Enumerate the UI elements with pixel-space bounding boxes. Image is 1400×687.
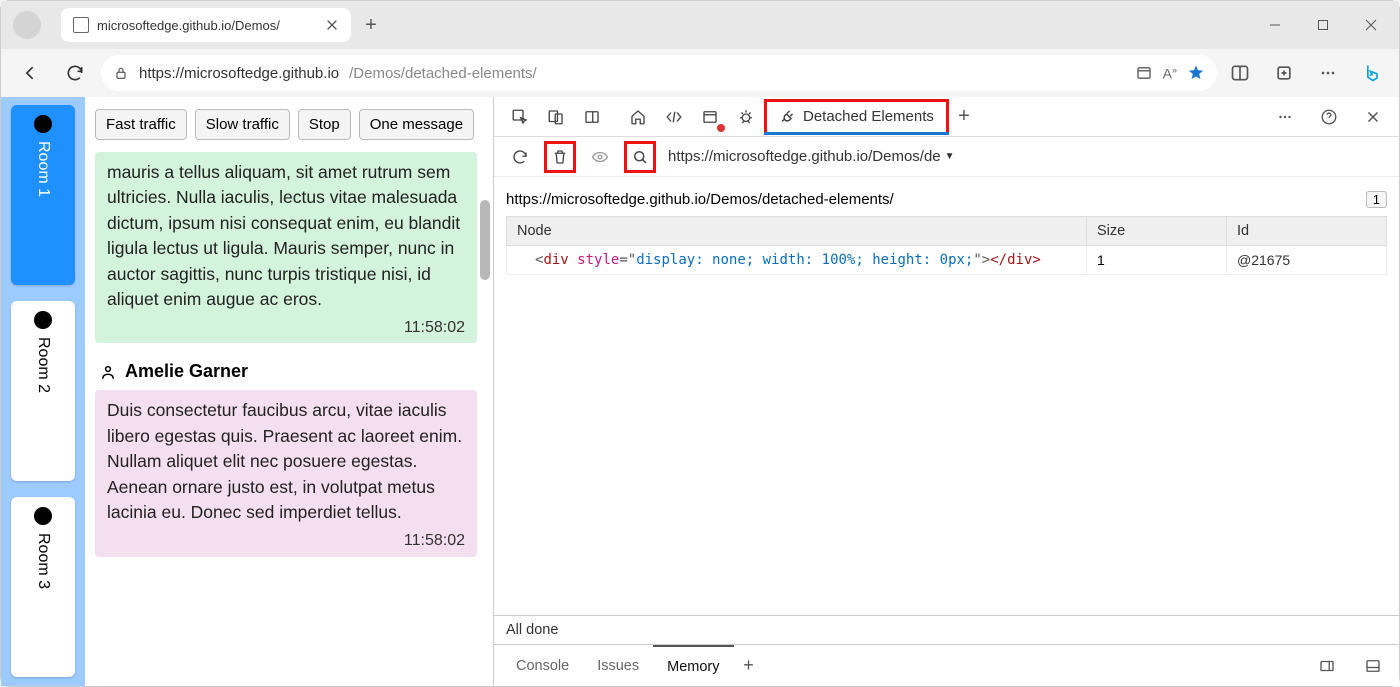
collect-garbage-highlight <box>544 141 576 173</box>
tab-title: microsoftedge.github.io/Demos/ <box>97 18 317 33</box>
sources-tab-icon[interactable] <box>692 99 728 135</box>
analyze-highlight <box>624 141 656 173</box>
detached-table: Node Size Id <div style="display: none; … <box>506 216 1387 275</box>
drawer-tab-issues[interactable]: Issues <box>583 645 653 686</box>
bing-button[interactable] <box>1357 55 1387 91</box>
device-emulation-icon[interactable] <box>538 99 574 135</box>
message-time: 11:58:02 <box>107 525 465 552</box>
sender-name: Amelie Garner <box>125 361 248 382</box>
room-label: Room 3 <box>34 533 52 589</box>
message-sender: Amelie Garner <box>99 361 477 382</box>
node-cell: <div style="display: none; width: 100%; … <box>507 246 1087 275</box>
address-bar[interactable]: https://microsoftedge.github.io/Demos/de… <box>101 55 1217 91</box>
col-id[interactable]: Id <box>1227 217 1387 246</box>
drawer-tab-memory[interactable]: Memory <box>653 645 733 686</box>
detached-elements-tab[interactable]: Detached Elements <box>764 99 949 135</box>
demo-toolbar: Fast traffic Slow traffic Stop One messa… <box>85 97 493 152</box>
fast-traffic-button[interactable]: Fast traffic <box>95 109 187 140</box>
help-icon[interactable] <box>1311 99 1347 135</box>
status-dot-icon <box>34 115 52 133</box>
drawer-expand-icon[interactable] <box>1309 648 1345 684</box>
browser-tab[interactable]: microsoftedge.github.io/Demos/ <box>61 8 351 42</box>
page-url-row: https://microsoftedge.github.io/Demos/de… <box>506 191 1387 208</box>
page-icon <box>73 17 89 33</box>
close-icon[interactable] <box>325 18 339 32</box>
detached-toolbar: https://microsoftedge.github.io/Demos/de… <box>494 137 1399 177</box>
new-tab-button[interactable]: + <box>355 9 387 41</box>
id-cell: @21675 <box>1227 246 1387 275</box>
trash-icon[interactable] <box>548 145 572 169</box>
devtools-close-icon[interactable] <box>1355 99 1391 135</box>
slow-traffic-button[interactable]: Slow traffic <box>195 109 290 140</box>
elements-tab-icon[interactable] <box>656 99 692 135</box>
stop-button[interactable]: Stop <box>298 109 351 140</box>
chevron-down-icon: ▼ <box>945 151 955 162</box>
message-text: Duis consectetur faucibus arcu, vitae ia… <box>107 398 465 525</box>
minimize-button[interactable] <box>1253 10 1297 40</box>
chat-message: Duis consectetur faucibus arcu, vitae ia… <box>95 390 477 556</box>
drawer-tab-console[interactable]: Console <box>502 645 583 686</box>
size-cell: 1 <box>1087 246 1227 275</box>
app-available-icon[interactable] <box>1135 64 1153 82</box>
room-label: Room 2 <box>34 337 52 393</box>
demo-app: Room 1 Room 2 Room 3 Fast traffic Slow t… <box>1 97 494 686</box>
url-host: https://microsoftedge.github.io <box>139 65 339 82</box>
message-text: mauris a tellus aliquam, sit amet rutrum… <box>107 160 465 312</box>
status-dot-icon <box>34 311 52 329</box>
frame-selector[interactable]: https://microsoftedge.github.io/Demos/de… <box>668 148 955 165</box>
drawer-more-button[interactable]: + <box>734 655 764 676</box>
status-bar: All done <box>494 615 1399 644</box>
room-2[interactable]: Room 2 <box>11 301 75 481</box>
search-icon[interactable] <box>628 145 652 169</box>
room-3[interactable]: Room 3 <box>11 497 75 677</box>
chat-message: mauris a tellus aliquam, sit amet rutrum… <box>95 152 477 343</box>
split-screen-icon[interactable] <box>1225 55 1255 91</box>
user-icon <box>99 363 117 381</box>
room-1[interactable]: Room 1 <box>11 105 75 285</box>
dock-side-icon[interactable] <box>574 99 610 135</box>
room-label: Room 1 <box>34 141 52 197</box>
back-button[interactable] <box>13 55 49 91</box>
frame-url: https://microsoftedge.github.io/Demos/de <box>668 148 941 165</box>
tab-label: Detached Elements <box>803 108 934 125</box>
welcome-tab-icon[interactable] <box>620 99 656 135</box>
maximize-button[interactable] <box>1301 10 1345 40</box>
detached-count-badge: 1 <box>1366 191 1387 208</box>
devtools-tabbar: Detached Elements + <box>494 97 1399 137</box>
window-titlebar: microsoftedge.github.io/Demos/ + <box>1 1 1399 49</box>
devtools-drawer: Console Issues Memory + <box>494 644 1399 686</box>
one-message-button[interactable]: One message <box>359 109 474 140</box>
plug-icon <box>779 108 797 126</box>
favorite-star-icon[interactable] <box>1187 64 1205 82</box>
col-size[interactable]: Size <box>1087 217 1227 246</box>
read-aloud-icon[interactable]: A» <box>1163 65 1177 82</box>
devtools-more-icon[interactable] <box>1267 99 1303 135</box>
debug-tab-icon[interactable] <box>728 99 764 135</box>
devtools-panel: Detached Elements + https://microsoftedg… <box>494 97 1399 686</box>
close-window-button[interactable] <box>1349 10 1393 40</box>
more-tabs-button[interactable]: + <box>949 105 979 128</box>
scrollbar-thumb[interactable] <box>480 200 490 280</box>
browser-navbar: https://microsoftedge.github.io/Demos/de… <box>1 49 1399 97</box>
message-time: 11:58:02 <box>107 312 465 339</box>
rooms-sidebar: Room 1 Room 2 Room 3 <box>1 97 85 686</box>
eye-icon[interactable] <box>582 139 618 175</box>
status-dot-icon <box>34 507 52 525</box>
refresh-detached-icon[interactable] <box>502 139 538 175</box>
inspect-element-icon[interactable] <box>502 99 538 135</box>
page-url: https://microsoftedge.github.io/Demos/de… <box>506 191 894 208</box>
col-node[interactable]: Node <box>507 217 1087 246</box>
more-icon[interactable] <box>1313 55 1343 91</box>
url-path: /Demos/detached-elements/ <box>349 65 537 82</box>
drawer-dock-icon[interactable] <box>1355 648 1391 684</box>
messages-pane: mauris a tellus aliquam, sit amet rutrum… <box>85 152 493 686</box>
collections-icon[interactable] <box>1269 55 1299 91</box>
lock-icon <box>113 65 129 81</box>
detached-row[interactable]: <div style="display: none; width: 100%; … <box>507 246 1387 275</box>
profile-avatar[interactable] <box>13 11 41 39</box>
refresh-button[interactable] <box>57 55 93 91</box>
